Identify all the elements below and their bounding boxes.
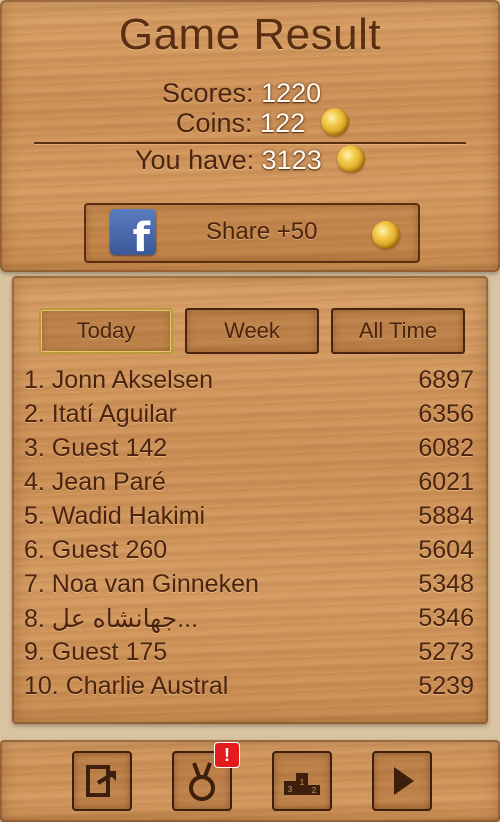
have-value: 3123	[261, 145, 322, 175]
player-score: 5273	[418, 638, 474, 666]
svg-text:1: 1	[300, 778, 305, 787]
player-name: 4. Jean Paré	[24, 468, 166, 496]
exit-icon	[86, 765, 116, 797]
scores-label: Scores:	[162, 78, 254, 108]
podium-icon: 3 1 2	[284, 773, 320, 795]
player-name: 7. Noa van Ginneken	[24, 570, 259, 598]
svg-text:2: 2	[312, 786, 317, 795]
share-label: Share +50	[206, 218, 318, 245]
player-name: 1. Jonn Akselsen	[24, 366, 214, 394]
player-score: 5239	[418, 672, 474, 700]
have-label: You have:	[135, 145, 255, 175]
leaderboard-row: 6. Guest 260 5604	[24, 534, 476, 568]
play-icon	[394, 767, 414, 795]
leaderboard-row: 2. Itatí Aguilar 6356	[24, 398, 476, 432]
scores-stat: Scores: 1220	[162, 78, 321, 109]
page-title: Game Result	[118, 10, 382, 59]
player-score: 6021	[418, 468, 474, 496]
share-button[interactable]: f Share +50	[84, 203, 420, 263]
player-score: 6356	[418, 400, 474, 428]
leaderboard-row: 8. جهانشاه عل... 5346	[24, 602, 476, 636]
coins-stat: Coins: 122	[176, 107, 349, 139]
leaderboard-row: 1. Jonn Akselsen 6897	[24, 364, 476, 398]
player-score: 5346	[418, 604, 474, 632]
facebook-icon: f	[110, 209, 156, 255]
leaderboard-row: 3. Guest 142 6082	[24, 432, 476, 466]
coin-icon	[372, 221, 400, 249]
leaderboard-row: 10. Charlie Austral 5239	[24, 670, 476, 704]
player-score: 6897	[418, 366, 474, 394]
player-name: 2. Itatí Aguilar	[24, 400, 177, 428]
leaderboard-list: 1. Jonn Akselsen 6897 2. Itatí Aguilar 635…	[24, 364, 476, 704]
tab-week[interactable]: Week	[185, 308, 319, 354]
player-score: 5348	[418, 570, 474, 598]
player-name: 3. Guest 142	[24, 434, 168, 462]
coin-icon	[337, 144, 366, 173]
player-name: 5. Wadid Hakimi	[24, 502, 206, 530]
leaderboard-button[interactable]: 3 1 2	[272, 751, 332, 811]
play-button[interactable]	[372, 751, 432, 811]
player-score: 5884	[418, 502, 474, 530]
divider	[34, 142, 466, 144]
notification-badge: !	[214, 742, 240, 768]
leaderboard-row: 9. Guest 175 5273	[24, 636, 476, 670]
coins-value: 122	[260, 108, 306, 138]
player-name: 10. Charlie Austral	[24, 672, 229, 700]
player-score: 6082	[418, 434, 474, 462]
tab-all-time[interactable]: All Time	[331, 308, 465, 354]
leaderboard-row: 7. Noa van Ginneken 5348	[24, 568, 476, 602]
player-name: 9. Guest 175	[24, 638, 168, 666]
exit-button[interactable]	[72, 751, 132, 811]
player-name: 8. جهانشاه عل...	[24, 605, 199, 633]
scores-value: 1220	[261, 78, 322, 108]
coins-label: Coins:	[176, 108, 253, 138]
svg-text:3: 3	[288, 785, 293, 794]
leaderboard-row: 5. Wadid Hakimi 5884	[24, 500, 476, 534]
player-name: 6. Guest 260	[24, 536, 168, 564]
coin-icon	[320, 107, 349, 136]
player-score: 5604	[418, 536, 474, 564]
leaderboard-row: 4. Jean Paré 6021	[24, 466, 476, 500]
total-coins-stat: You have: 3123	[135, 144, 366, 176]
tab-today[interactable]: Today	[39, 308, 173, 354]
